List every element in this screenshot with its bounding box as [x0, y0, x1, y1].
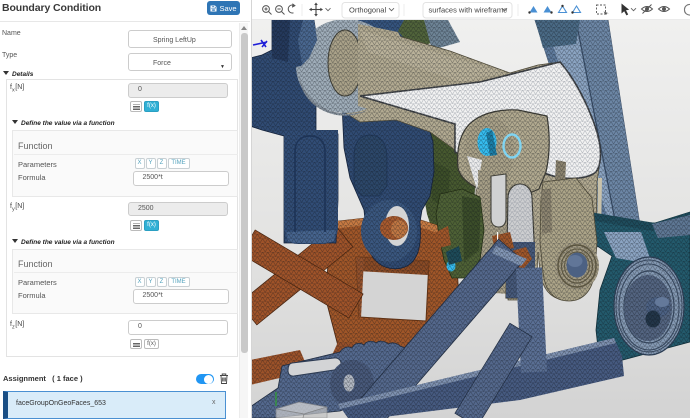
- svg-text:Orthogonal: Orthogonal: [349, 6, 386, 15]
- svg-text:surfaces with wireframe: surfaces with wireframe: [429, 6, 508, 15]
